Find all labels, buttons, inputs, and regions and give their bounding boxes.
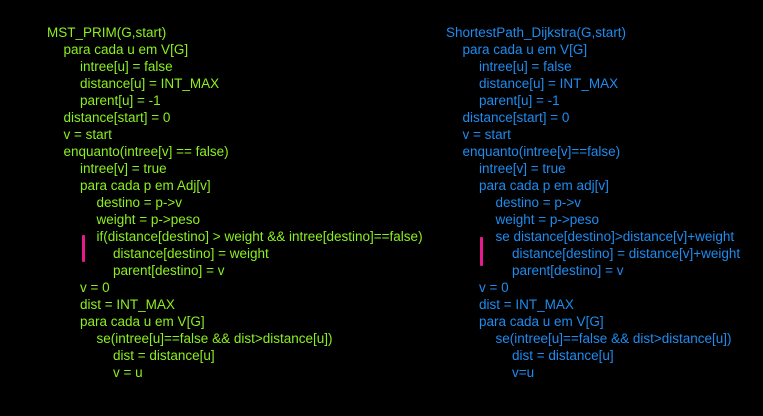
dijkstra-code-line: v = start (462, 127, 511, 142)
dijkstra-code-line: parent[u] = -1 (479, 93, 560, 108)
prim-code-line: parent[u] = -1 (80, 93, 161, 108)
dijkstra-code-line: intree[v] = true (479, 161, 566, 176)
prim-code-line: intree[u] = false (80, 59, 173, 74)
prim-pseudocode-panel: MST_PRIM(G,start)para cada u em V[G] intr… (47, 24, 463, 381)
dijkstra-code-line: parent[destino] = v (512, 263, 624, 278)
dijkstra-code-line: v=u (512, 365, 535, 380)
prim-code-line: v = start (63, 127, 112, 142)
dijkstra-code-line: distance[u] = INT_MAX (479, 76, 619, 91)
prim-code-line: enquanto(intree[v] == false) (63, 144, 229, 159)
prim-code-line: para cada u em V[G] (63, 42, 189, 57)
dijkstra-code-line: para cada u em V[G] (479, 314, 604, 329)
prim-code-line: para cada u em V[G] (80, 314, 205, 329)
dijkstra-code-line: distance[start] = 0 (462, 110, 570, 125)
prim-code-line: if(distance[destino] > weight && intree[… (96, 229, 423, 244)
dijkstra-code-line: enquanto(intree[v]==false) (462, 144, 621, 159)
dijkstra-code-line: se(intree[u]==false && dist>distance[u]) (495, 331, 732, 346)
dijkstra-code-line: se distance[destino]>distance[v]+weight (495, 229, 735, 244)
dijkstra-code-line: intree[u] = false (479, 59, 572, 74)
dijkstra-code-line: dist = INT_MAX (479, 297, 574, 312)
dijkstra-code-line: para cada p em adj[v] (479, 178, 609, 193)
prim-code-line: distance[destino] = weight (113, 246, 269, 261)
prim-code-line: distance[u] = INT_MAX (80, 76, 220, 91)
dijkstra-highlight-marker (480, 237, 483, 266)
dijkstra-code-line: v = 0 (479, 280, 509, 295)
dijkstra-pseudocode-panel: ShortestPath_Dijkstra(G,start)para cada … (446, 24, 763, 381)
prim-code-line: weight = p->peso (96, 212, 201, 227)
dijkstra-code-line: weight = p->peso (495, 212, 600, 227)
prim-code-line: dist = distance[u] (113, 348, 215, 363)
dijkstra-code-line: destino = p->v (495, 195, 582, 210)
prim-highlight-marker (82, 235, 85, 262)
prim-code-line: intree[v] = true (80, 161, 167, 176)
dijkstra-code-line: para cada u em V[G] (462, 42, 588, 57)
prim-code-line: v = 0 (80, 280, 110, 295)
dijkstra-code-line: dist = distance[u] (512, 348, 614, 363)
dijkstra-code-line: ShortestPath_Dijkstra(G,start) (446, 25, 627, 40)
dijkstra-code-line: distance[destino] = distance[v]+weight (512, 246, 741, 261)
prim-code-line: v = u (113, 365, 143, 380)
prim-code-line: distance[start] = 0 (63, 110, 171, 125)
prim-code-line: MST_PRIM(G,start) (47, 25, 167, 40)
prim-code-line: dist = INT_MAX (80, 297, 175, 312)
prim-code-line: parent[destino] = v (113, 263, 225, 278)
prim-code-line: para cada p em Adj[v] (80, 178, 211, 193)
prim-code-line: se(intree[u]==false && dist>distance[u]) (96, 331, 333, 346)
prim-code-line: destino = p->v (96, 195, 183, 210)
